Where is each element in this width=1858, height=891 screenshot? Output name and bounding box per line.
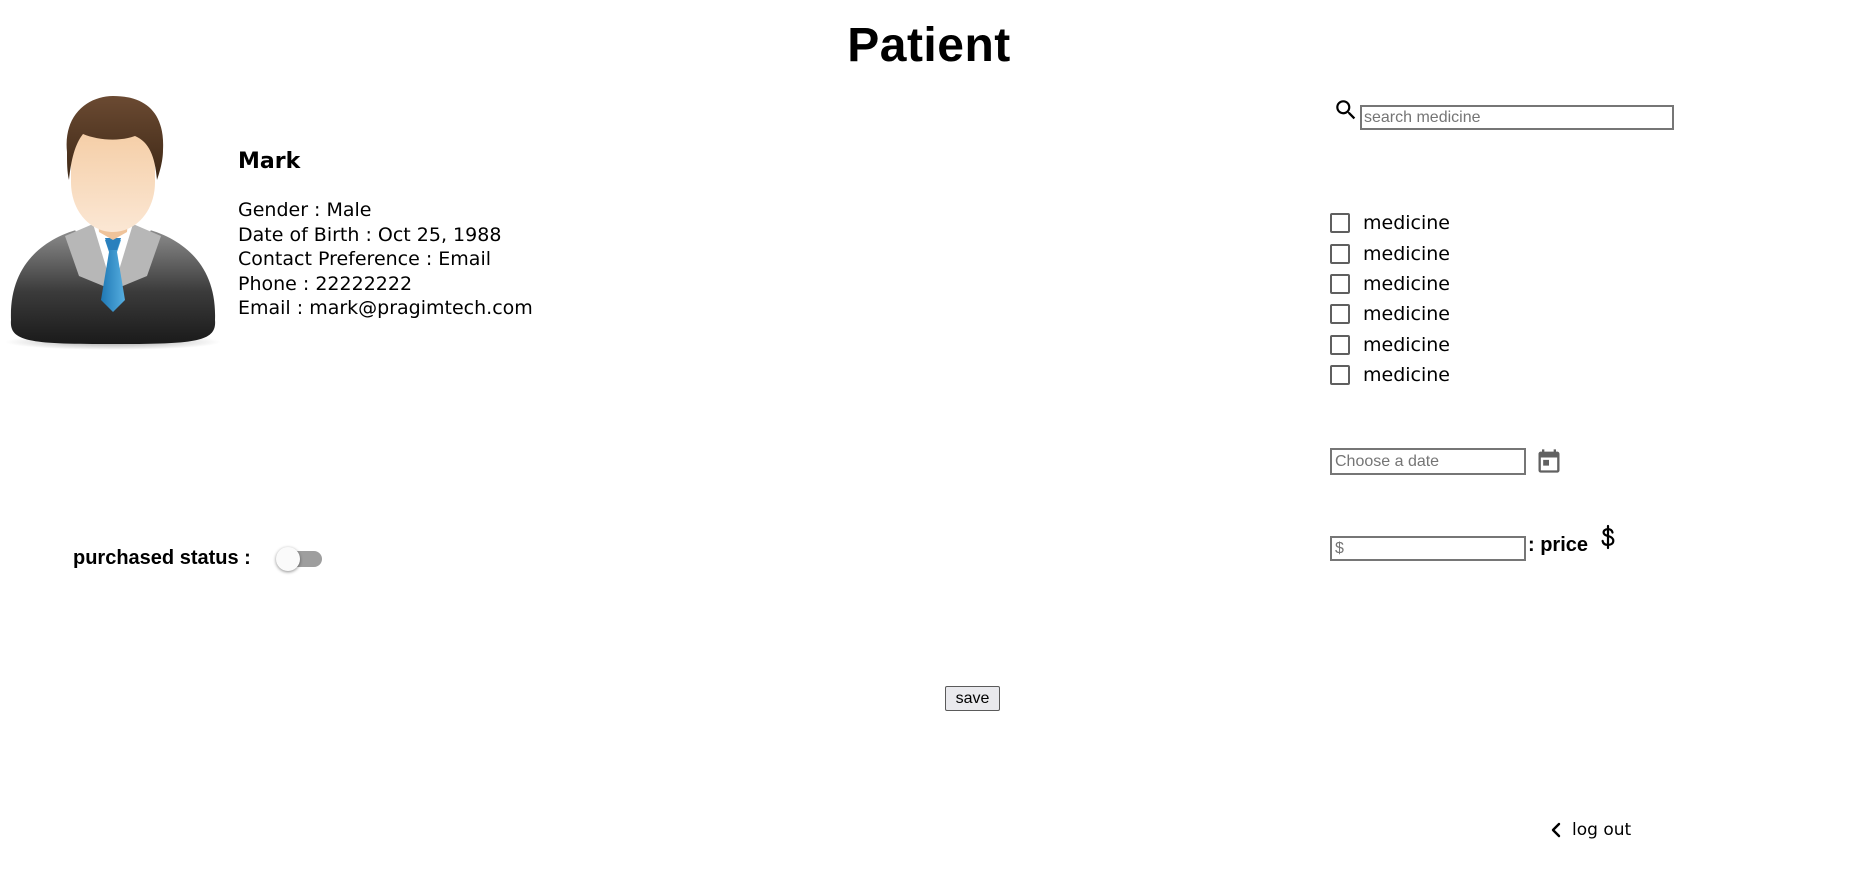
medicine-label: medicine bbox=[1363, 333, 1450, 356]
medicine-checkbox[interactable] bbox=[1330, 334, 1350, 355]
medicine-label: medicine bbox=[1363, 212, 1450, 235]
medicine-checkbox[interactable] bbox=[1330, 273, 1350, 294]
patient-contact-preference: Contact Preference : Email bbox=[238, 248, 492, 270]
logout-label: log out bbox=[1572, 820, 1632, 840]
medicine-label: medicine bbox=[1363, 364, 1450, 387]
search-medicine-input[interactable] bbox=[1360, 105, 1674, 130]
medicine-option[interactable]: medicine bbox=[1330, 360, 1450, 390]
logout-link[interactable]: log out bbox=[1546, 818, 1631, 842]
medicine-list: medicine medicine medicine medicine medi… bbox=[1330, 208, 1450, 390]
patient-page: Patient Mark Gender: Male Date of Birth… bbox=[0, 0, 1858, 891]
purchased-status-toggle[interactable] bbox=[276, 546, 324, 571]
patient-info: Mark Gender : Male Date of Birth : Oct 2… bbox=[238, 148, 533, 321]
medicine-option[interactable]: medicine bbox=[1330, 330, 1450, 360]
patient-phone: Phone : 22222222 bbox=[238, 272, 413, 295]
medicine-option[interactable]: medicine bbox=[1330, 299, 1450, 329]
toggle-thumb bbox=[276, 547, 300, 571]
medicine-label: medicine bbox=[1363, 242, 1450, 265]
medicine-checkbox[interactable] bbox=[1330, 213, 1350, 234]
person-avatar-icon bbox=[5, 96, 220, 350]
price-label: : price bbox=[1528, 534, 1589, 556]
purchased-status-label: purchased status : bbox=[73, 547, 251, 569]
patient-email: Email : mark@pragimtech.com bbox=[238, 297, 533, 319]
chevron-left-icon bbox=[1551, 822, 1561, 838]
patient-gender: Gender : Male bbox=[238, 199, 372, 221]
search-icon[interactable] bbox=[1333, 97, 1359, 123]
medicine-checkbox[interactable] bbox=[1330, 243, 1350, 264]
patient-date-of-birth: Date of Birth : Oct 25, 1988 bbox=[238, 223, 502, 246]
medicine-checkbox[interactable] bbox=[1330, 304, 1350, 325]
medicine-label: medicine bbox=[1363, 303, 1450, 326]
date-input[interactable] bbox=[1330, 448, 1526, 475]
medicine-checkbox[interactable] bbox=[1330, 365, 1350, 386]
patient-name: Mark bbox=[238, 149, 301, 174]
calendar-icon[interactable] bbox=[1535, 447, 1563, 475]
medicine-option[interactable]: medicine bbox=[1330, 238, 1450, 268]
medicine-label: medicine bbox=[1363, 272, 1450, 295]
medicine-option[interactable]: medicine bbox=[1330, 208, 1450, 238]
save-button[interactable]: save bbox=[945, 686, 1000, 711]
price-input[interactable] bbox=[1330, 536, 1526, 561]
medicine-option[interactable]: medicine bbox=[1330, 269, 1450, 299]
dollar-icon bbox=[1601, 524, 1615, 550]
page-title: Patient bbox=[847, 19, 1011, 72]
